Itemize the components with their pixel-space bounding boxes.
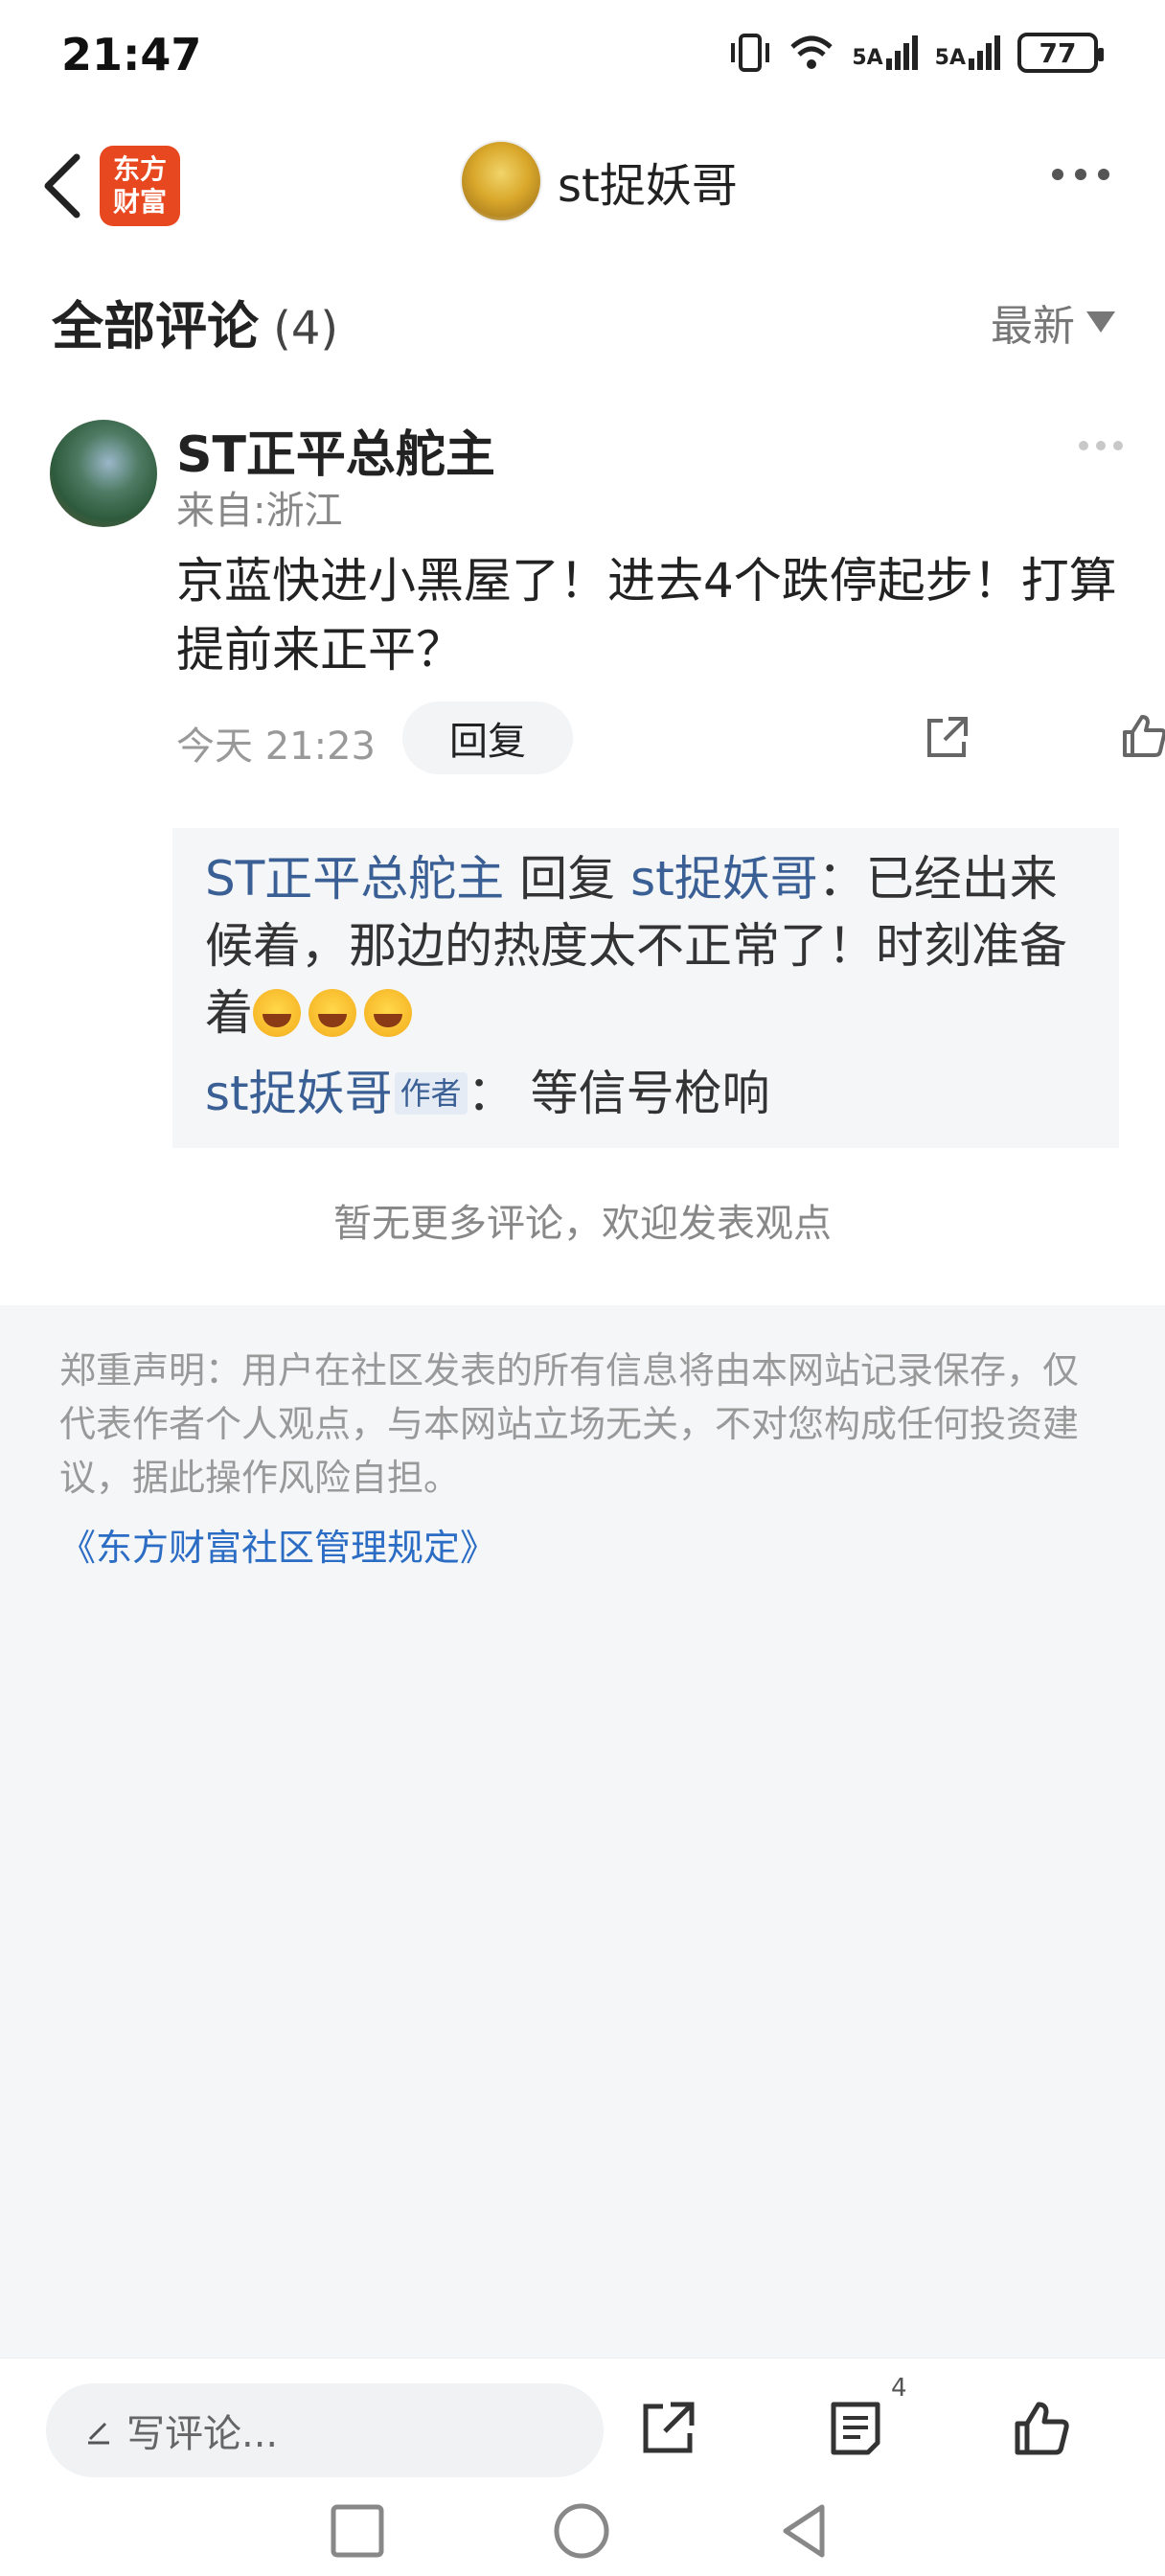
pencil-icon [88,2422,109,2445]
signal-icon-2: 5A [935,35,1000,70]
disclaimer-text: 郑重声明：用户在社区发表的所有信息将由本网站记录保存，仅代表作者个人观点，与本网… [59,1349,1080,1499]
reply-author[interactable]: st捉妖哥 [205,1066,393,1121]
community-rules-link[interactable]: 《东方财富社区管理规定》 [59,1518,496,1571]
nav-profile[interactable]: st捉妖哥 [460,140,738,222]
dot-icon [1075,169,1086,180]
caret-down-icon [1086,311,1115,333]
signal-icon: 5A [852,35,918,70]
laughing-crying-emoji-icon [253,989,301,1037]
comment-count-badge: 4 [891,2374,907,2403]
comment-placeholder: 写评论... [126,2412,279,2456]
dot-icon [1079,441,1088,450]
dot-icon [1052,169,1063,180]
sort-dropdown[interactable]: 最新 [991,291,1115,353]
app-logo[interactable]: 东方 财富 [100,146,180,226]
signal-label-2: 5A [934,46,966,70]
recent-apps-icon[interactable] [328,2501,387,2561]
bottom-action-bar: 写评论... 4 [0,2358,1165,2492]
comment-location: 来自:浙江 [176,489,343,533]
sort-label: 最新 [991,302,1075,351]
battery-level: 77 [1039,36,1077,69]
comments-header: 全部评论 (4) 最新 [52,284,1115,360]
back-icon[interactable] [34,148,92,224]
signal-label: 5A [852,46,883,70]
reply-author[interactable]: ST正平总舵主 [205,851,504,907]
battery-icon: 77 [1017,33,1104,73]
comment-time: 今天 21:23 [176,724,376,769]
reply-target[interactable]: st捉妖哥 [630,851,818,907]
avatar[interactable] [50,420,157,527]
nav-header: 东方 财富 st捉妖哥 [0,125,1165,240]
reply-item[interactable]: st捉妖哥 作者： 等信号枪响 [205,1060,1086,1127]
dot-icon [1096,441,1106,450]
status-bar: 21:47 5A 5A 77 [0,0,1165,115]
avatar[interactable] [460,140,542,222]
thumbs-up-icon[interactable] [1119,711,1165,761]
comment-text: 京蓝快进小黑屋了！进去4个跌停起步！打算提前来正平？ [176,553,1117,678]
dot-icon [1113,441,1123,450]
comment-meta: 今天 21:23 回复 [176,702,1165,774]
share-icon[interactable] [638,2399,697,2458]
system-nav-bar [0,2492,1165,2576]
logo-line-2: 财富 [112,186,167,218]
reply-button[interactable]: 回复 [402,702,573,774]
more-options-button[interactable] [1052,169,1109,180]
no-more-comments: 暂无更多评论，欢迎发表观点 [333,1202,832,1246]
share-icon[interactable] [922,713,971,763]
home-icon[interactable] [552,2501,611,2561]
author-badge: 作者 [394,1072,468,1115]
reply-item[interactable]: ST正平总舵主 回复 st捉妖哥：已经出来候着，那边的热度太不正常了！时刻准备着 [205,845,1086,1046]
replies-box: ST正平总舵主 回复 st捉妖哥：已经出来候着，那边的热度太不正常了！时刻准备着… [172,828,1119,1148]
page-title: st捉妖哥 [558,159,738,213]
status-time: 21:47 [61,29,202,80]
disclaimer-area: 郑重声明：用户在社区发表的所有信息将由本网站记录保存，仅代表作者个人观点，与本网… [0,1305,1165,2358]
reply-text: ： 等信号枪响 [467,1066,770,1121]
thumbs-up-icon[interactable] [1012,2399,1071,2458]
comment-input[interactable]: 写评论... [46,2383,604,2477]
vibrate-icon [731,34,770,72]
comments-icon[interactable] [826,2399,885,2458]
status-icons: 5A 5A 77 [729,33,1104,73]
wifi-icon [790,35,833,69]
comment-author[interactable]: ST正平总舵主 [176,414,495,486]
comments-count: (4) [273,302,339,356]
laughing-crying-emoji-icon [364,989,412,1037]
back-nav-icon[interactable] [774,2501,834,2561]
logo-line-1: 东方 [112,153,167,185]
laughing-crying-emoji-icon [308,989,356,1037]
comment-more-button[interactable] [1079,441,1123,450]
reply-verb: 回复 [504,851,631,907]
dot-icon [1098,169,1109,180]
comments-title: 全部评论 [52,296,259,356]
